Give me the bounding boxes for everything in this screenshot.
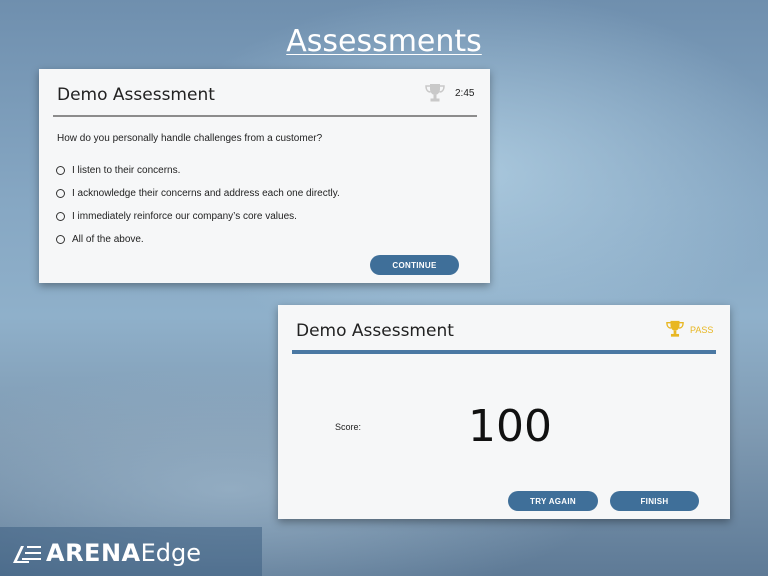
answer-option-label: I listen to their concerns. (72, 165, 181, 176)
continue-button[interactable]: CONTINUE (370, 255, 459, 275)
pass-status: PASS (690, 325, 714, 335)
result-title: Demo Assessment (296, 321, 454, 341)
trophy-icon (666, 320, 684, 337)
page-title: Assessments (286, 24, 482, 59)
radio-button[interactable] (56, 189, 65, 198)
brand-name-bold: ARENA (46, 539, 141, 567)
quiz-title: Demo Assessment (57, 85, 215, 105)
score-label: Score: (335, 422, 362, 432)
answer-option[interactable]: All of the above. (56, 228, 340, 251)
finish-button[interactable]: FINISH (610, 491, 699, 511)
answer-option[interactable]: I acknowledge their concerns and address… (56, 182, 340, 205)
score-value: 100 (468, 401, 552, 452)
answer-option-label: All of the above. (72, 234, 144, 245)
arena-edge-logo (13, 546, 41, 563)
quiz-card: Demo Assessment 2:45 How do you personal… (39, 69, 490, 283)
radio-button[interactable] (56, 235, 65, 244)
brand-name-light: Edge (140, 539, 202, 567)
radio-button[interactable] (56, 212, 65, 221)
answer-option-label: I acknowledge their concerns and address… (72, 188, 340, 199)
answer-options: I listen to their concerns. I acknowledg… (56, 159, 340, 251)
question-text: How do you personally handle challenges … (57, 133, 323, 144)
header-divider (292, 350, 716, 354)
answer-option[interactable]: I listen to their concerns. (56, 159, 340, 182)
trophy-icon (425, 84, 445, 102)
radio-button[interactable] (56, 166, 65, 175)
header-divider (53, 115, 477, 117)
brand-name: ARENAEdge (46, 539, 201, 567)
try-again-button[interactable]: TRY AGAIN (508, 491, 598, 511)
answer-option-label: I immediately reinforce our company’s co… (72, 211, 297, 222)
brand-footer: ARENAEdge (0, 527, 262, 576)
timer: 2:45 (455, 88, 475, 99)
result-card: Demo Assessment PASS Score: 100 TRY AGAI… (278, 305, 730, 519)
answer-option[interactable]: I immediately reinforce our company’s co… (56, 205, 340, 228)
